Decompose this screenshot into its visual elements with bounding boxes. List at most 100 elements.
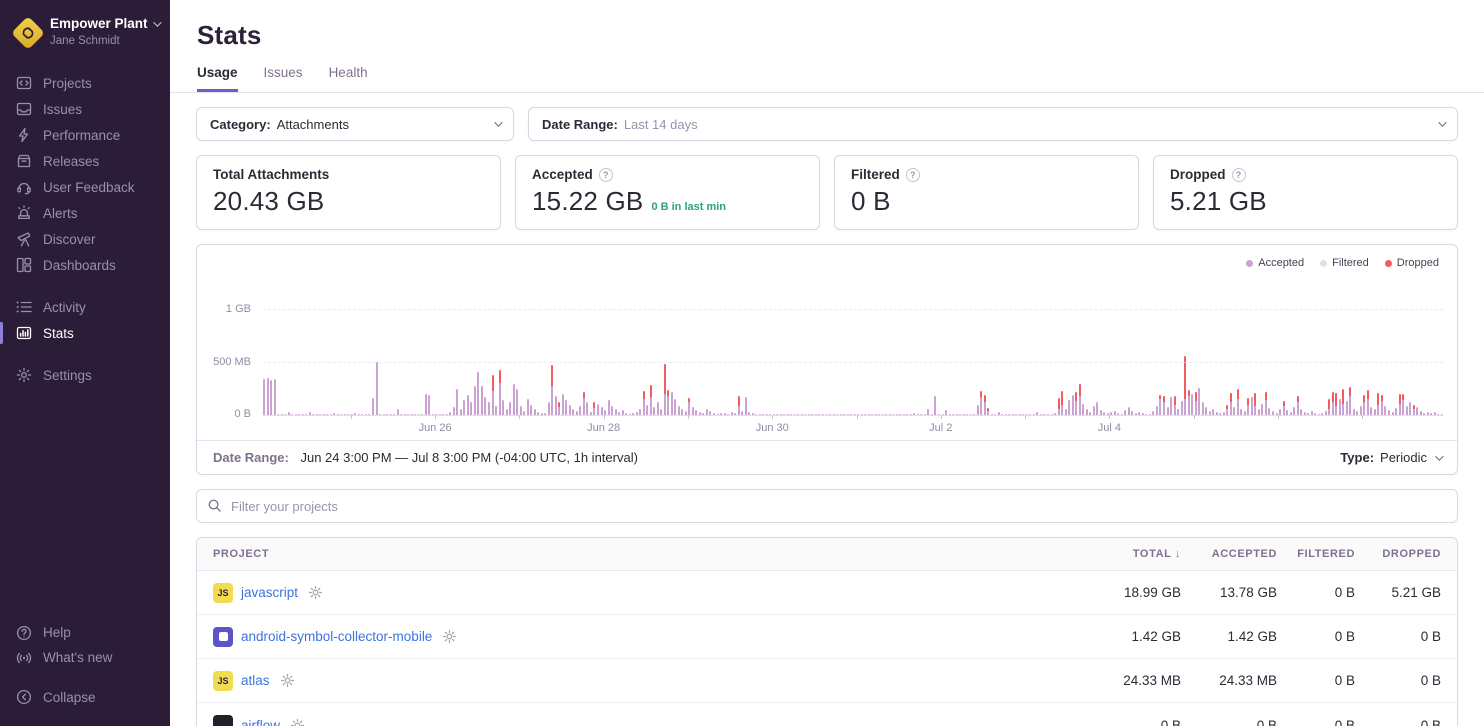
column-header-dropped[interactable]: DROPPED [1355, 548, 1441, 560]
usage-bar [892, 414, 894, 415]
usage-bar [769, 414, 771, 415]
help-circle-icon[interactable]: ? [906, 168, 920, 182]
usage-bar [534, 409, 536, 415]
help-circle-icon[interactable]: ? [1232, 168, 1246, 182]
usage-bar [470, 402, 472, 415]
sidebar-item-collapse[interactable]: Collapse [0, 684, 170, 710]
usage-bar [1015, 414, 1017, 415]
legend-item-dropped[interactable]: Dropped [1385, 257, 1439, 269]
alerts-icon [16, 205, 32, 221]
usage-bar [938, 414, 940, 415]
column-header-total[interactable]: TOTAL ↓ [1069, 548, 1181, 560]
sidebar-item-label: Dashboards [43, 258, 116, 273]
tab-usage[interactable]: Usage [197, 65, 238, 92]
usage-bar [1384, 406, 1386, 415]
project-link[interactable]: airflow [241, 718, 280, 726]
tab-health[interactable]: Health [329, 65, 368, 92]
column-header-project[interactable]: PROJECT [213, 548, 1069, 560]
help-circle-icon[interactable]: ? [599, 168, 613, 182]
project-link[interactable]: javascript [241, 585, 298, 600]
usage-bar [1328, 399, 1330, 415]
help-icon [16, 625, 32, 641]
usage-bar [1247, 398, 1249, 415]
sidebar-item-what-s-new[interactable]: What's new [0, 645, 170, 670]
usage-bar [1075, 392, 1077, 415]
usage-bar [1314, 413, 1316, 415]
chart-type-select[interactable]: Type: Periodic [1340, 450, 1441, 465]
usage-bar [1019, 414, 1021, 415]
category-select[interactable]: Category: Attachments [196, 107, 514, 141]
sidebar-item-alerts[interactable]: Alerts [0, 200, 170, 226]
column-header-accepted[interactable]: ACCEPTED [1181, 548, 1277, 560]
usage-bar [1258, 409, 1260, 415]
sidebar-item-user-feedback[interactable]: User Feedback [0, 174, 170, 200]
org-switcher[interactable]: Empower Plant Jane Schmidt [0, 14, 170, 54]
sidebar-item-dashboards[interactable]: Dashboards [0, 252, 170, 278]
project-link[interactable]: atlas [241, 673, 270, 688]
project-link[interactable]: android-symbol-collector-mobile [241, 629, 432, 644]
sidebar-item-projects[interactable]: Projects [0, 70, 170, 96]
date-range-value: Last 14 days [624, 117, 698, 132]
project-search-input[interactable] [196, 489, 1458, 523]
sidebar-item-label: Projects [43, 76, 92, 91]
sidebar-item-label: Alerts [43, 206, 78, 221]
usage-bar [815, 414, 817, 415]
column-header-filtered[interactable]: FILTERED [1277, 548, 1355, 560]
sidebar-item-activity[interactable]: Activity [0, 294, 170, 320]
usage-bar [537, 412, 539, 415]
usage-bar [1142, 413, 1144, 415]
usage-bar [674, 399, 676, 415]
usage-bar [896, 414, 898, 415]
projects-icon [16, 75, 32, 91]
page-header: Stats Usage Issues Health [170, 0, 1484, 93]
usage-bar [576, 411, 578, 415]
legend-item-accepted[interactable]: Accepted [1246, 257, 1304, 269]
cell-accepted: 1.42 GB [1181, 629, 1277, 644]
y-axis-tick-label: 500 MB [213, 356, 251, 368]
legend-item-filtered[interactable]: Filtered [1320, 257, 1369, 269]
date-range-select[interactable]: Date Range: Last 14 days [528, 107, 1458, 141]
usage-bar [1377, 393, 1379, 415]
usage-bar [861, 414, 863, 415]
project-settings-gear-icon[interactable] [442, 629, 457, 644]
usage-bar [1356, 411, 1358, 415]
sidebar-item-help[interactable]: Help [0, 620, 170, 645]
x-axis-tick-label: Jul 2 [929, 422, 952, 434]
usage-bar [368, 414, 370, 415]
user-feedback-icon [16, 179, 32, 195]
usage-bar [477, 372, 479, 415]
usage-bar [1279, 409, 1281, 415]
sidebar-item-releases[interactable]: Releases [0, 148, 170, 174]
usage-bar [801, 414, 803, 415]
usage-bar [569, 405, 571, 415]
usage-bar [1040, 414, 1042, 415]
usage-bar [1100, 410, 1102, 415]
sidebar-item-settings[interactable]: Settings [0, 362, 170, 388]
usage-bar [615, 409, 617, 415]
sidebar-item-stats[interactable]: Stats [0, 320, 170, 346]
chevron-down-icon [494, 118, 502, 126]
project-settings-gear-icon[interactable] [308, 585, 323, 600]
usage-bar [1163, 396, 1165, 415]
sidebar-item-discover[interactable]: Discover [0, 226, 170, 252]
usage-bar [492, 375, 494, 415]
usage-bar [1307, 413, 1309, 415]
project-settings-gear-icon[interactable] [290, 718, 305, 726]
usage-bar [456, 389, 458, 415]
project-settings-gear-icon[interactable] [280, 673, 295, 688]
usage-bar [734, 413, 736, 415]
chart-footer: Date Range: Jun 24 3:00 PM — Jul 8 3:00 … [197, 440, 1457, 474]
usage-bar [263, 379, 265, 415]
page-title: Stats [197, 20, 1454, 51]
usage-bar [1261, 404, 1263, 416]
sidebar-item-issues[interactable]: Issues [0, 96, 170, 122]
usage-bar [720, 413, 722, 415]
usage-bar [1026, 414, 1028, 415]
usage-bar [970, 414, 972, 415]
tab-issues[interactable]: Issues [264, 65, 303, 92]
nav-collapse-group: Collapse [0, 684, 170, 710]
sidebar-item-performance[interactable]: Performance [0, 122, 170, 148]
usage-bar [361, 414, 363, 415]
gear-icon [290, 718, 305, 726]
usage-bar [618, 412, 620, 415]
